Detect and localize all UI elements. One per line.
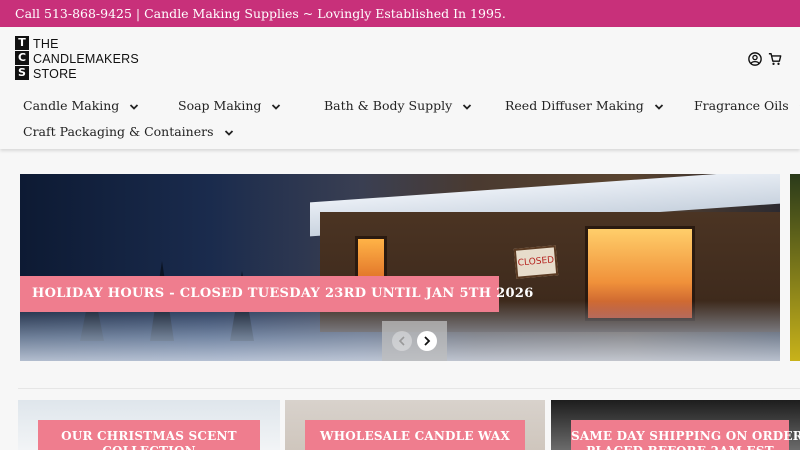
nav-item-label: Bath & Body Supply	[324, 98, 453, 113]
promo-tile-line2: PLACED BEFORE 2AM EST	[571, 435, 789, 450]
nav-item-label: Soap Making	[178, 98, 262, 113]
account-icon[interactable]	[748, 52, 762, 66]
cabin-window	[355, 236, 387, 281]
slider-controls	[382, 321, 447, 361]
nav-item-bath-body-supply[interactable]: Bath & Body Supply	[324, 98, 472, 113]
chevron-down-icon	[272, 103, 281, 110]
section-divider	[18, 388, 800, 389]
chevron-right-icon	[424, 336, 431, 346]
nav-item-soap-making[interactable]: Soap Making	[178, 98, 281, 113]
site-logo[interactable]: T C S THE CANDLEMAKERS STORE	[15, 36, 139, 82]
logo-word-the: THE	[33, 37, 59, 51]
next-slide-peek	[790, 174, 800, 361]
announcement-text: Call 513-868-9425 | Candle Making Suppli…	[15, 6, 506, 21]
chevron-down-icon	[224, 129, 233, 136]
slider-next-button[interactable]	[417, 331, 437, 351]
chevron-down-icon	[463, 103, 472, 110]
nav-item-label: Reed Diffuser Making	[505, 98, 644, 113]
closed-sign: CLOSED	[513, 245, 559, 279]
logo-letter-t: T	[15, 36, 29, 50]
chevron-left-icon	[398, 336, 405, 346]
nav-item-label: Craft Packaging & Containers	[23, 124, 214, 139]
holiday-hours-banner[interactable]: HOLIDAY HOURS - CLOSED TUESDAY 23RD UNTI…	[20, 276, 533, 312]
promo-tile-wholesale-wax[interactable]: WHOLESALE CANDLE WAX	[285, 400, 545, 450]
nav-item-label: Candle Making	[23, 98, 120, 113]
nav-item-craft-packaging[interactable]: Craft Packaging & Containers	[23, 124, 234, 139]
promo-tile-label: WHOLESALE CANDLE WAX	[305, 420, 525, 450]
announcement-bar: Call 513-868-9425 | Candle Making Suppli…	[0, 0, 800, 27]
nav-item-fragrance-oils[interactable]: Fragrance Oils	[694, 98, 800, 113]
promo-tile-label: SAME DAY SHIPPING ON ORDERS PLACED BEFOR…	[571, 420, 800, 450]
logo-letter-s: S	[15, 66, 29, 80]
logo-word-store: STORE	[33, 67, 77, 81]
promo-tile-christmas-scents[interactable]: OUR CHRISTMAS SCENT COLLECTION	[18, 400, 280, 450]
logo-letter-c: C	[15, 51, 29, 65]
logo-word-candlemakers: CANDLEMAKERS	[33, 52, 139, 66]
promo-tile-label: OUR CHRISTMAS SCENT COLLECTION	[38, 420, 260, 450]
promo-tile-same-day-shipping[interactable]: SAME DAY SHIPPING ON ORDERS PLACED BEFOR…	[551, 400, 800, 450]
nav-item-candle-making[interactable]: Candle Making	[23, 98, 139, 113]
cart-icon[interactable]	[768, 52, 782, 66]
promo-tile-line2: COLLECTION	[38, 435, 260, 450]
site-header: T C S THE CANDLEMAKERS STORE Candle Maki…	[0, 27, 800, 149]
nav-item-reed-diffuser-making[interactable]: Reed Diffuser Making	[505, 98, 664, 113]
chevron-down-icon	[654, 103, 663, 110]
nav-item-label: Fragrance Oils	[694, 98, 789, 113]
holiday-hours-text: HOLIDAY HOURS - CLOSED TUESDAY 23RD UNTI…	[32, 286, 534, 301]
chevron-down-icon	[130, 103, 139, 110]
promo-tile-line1: WHOLESALE CANDLE WAX	[320, 429, 510, 443]
slider-prev-button[interactable]	[392, 331, 412, 351]
